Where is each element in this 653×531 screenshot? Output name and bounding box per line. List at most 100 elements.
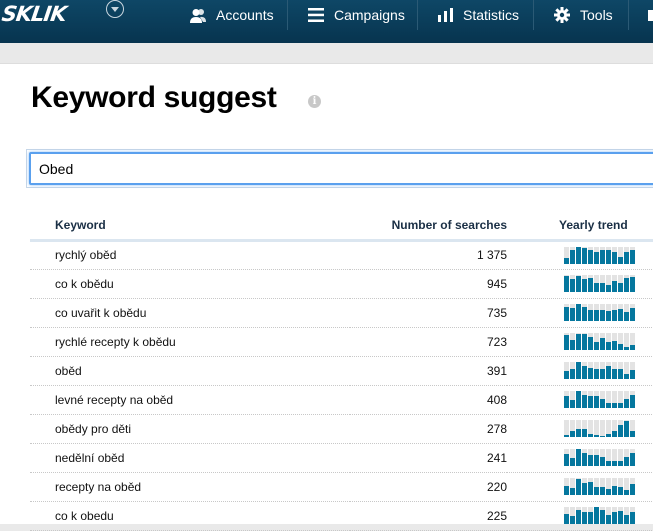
searches-cell: 408 [350,385,507,415]
trend-bar-month-9 [612,478,617,495]
trend-bar-month-3 [576,333,581,350]
account-dropdown-chevron-icon[interactable] [106,0,124,18]
yearly-trend-sparkbar [564,420,653,437]
keyword-cell[interactable]: co k obedu [30,501,350,531]
trend-bar-month-8 [606,275,611,292]
trend-bar-month-6 [594,507,599,524]
trend-bar-fill [576,362,581,379]
keyword-cell[interactable]: nedělní oběd [30,443,350,473]
table-row[interactable]: co k obedu 225 [30,501,653,531]
bar-chart-icon [438,8,453,22]
trend-bar-month-12 [630,449,635,466]
table-header-row: Keyword Number of searches Yearly trend [30,212,653,242]
trend-bar-month-3 [576,304,581,321]
table-row[interactable]: co uvařit k obědu 735 [30,298,653,328]
trend-bar-fill [600,369,605,379]
nav-divider [533,0,534,30]
trend-bar-fill [606,515,611,524]
nav-more[interactable] [648,0,653,30]
table-row[interactable]: rychlý oběd 1 375 [30,240,653,270]
nav-campaigns[interactable]: Campaigns [308,0,405,30]
table-row[interactable]: obědy pro děti 278 [30,414,653,444]
yearly-trend-sparkbar [564,275,653,292]
nav-accounts[interactable]: Accounts [190,0,274,30]
trend-bar-month-3 [576,275,581,292]
trend-bar-fill [618,487,623,495]
keyword-cell[interactable]: levné recepty na oběd [30,385,350,415]
trend-bar-fill [612,512,617,524]
trend-bar-month-8 [606,478,611,495]
column-header-keyword[interactable]: Keyword [30,212,350,242]
trend-bar-month-4 [582,478,587,495]
keyword-cell[interactable]: oběd [30,356,350,386]
keyword-cell[interactable]: co uvařit k obědu [30,298,350,328]
trend-bar-month-7 [600,333,605,350]
table-row[interactable]: rychlé recepty k obědu 723 [30,327,653,357]
trend-bar-fill [606,311,611,321]
trend-bar-fill [630,370,635,379]
keyword-cell[interactable]: recepty na oběd [30,472,350,502]
trend-bar-fill [600,310,605,321]
searches-cell: 735 [350,298,507,328]
trend-cell [507,327,653,357]
trend-bar-month-2 [570,449,575,466]
users-icon [190,8,206,23]
trend-bar-month-2 [570,304,575,321]
trend-bar-fill [606,285,611,292]
trend-bar-month-7 [600,420,605,437]
trend-cell [507,356,653,386]
trend-bar-fill [588,512,593,524]
trend-bar-fill [564,396,569,408]
trend-bar-month-1 [564,449,569,466]
nav-statistics-label: Statistics [463,7,520,23]
trend-bar-month-5 [588,478,593,495]
trend-bar-month-12 [630,478,635,495]
keyword-cell[interactable]: rychlý oběd [30,240,350,270]
table-row[interactable]: nedělní oběd 241 [30,443,653,473]
trend-bar-fill [582,307,587,321]
table-row[interactable]: co k obědu 945 [30,269,653,299]
trend-bar-month-9 [612,449,617,466]
trend-bar-month-8 [606,362,611,379]
trend-bar-fill [570,458,575,466]
trend-bar-fill [570,249,575,264]
trend-bar-fill [594,396,599,408]
yearly-trend-sparkbar [564,333,653,350]
trend-bar-fill [618,256,623,264]
keyword-cell[interactable]: rychlé recepty k obědu [30,327,350,357]
keyword-cell[interactable]: obědy pro děti [30,414,350,444]
trend-bar-month-1 [564,362,569,379]
trend-bar-fill [612,486,617,495]
trend-bar-month-3 [576,420,581,437]
keyword-cell[interactable]: co k obědu [30,269,350,299]
trend-bar-fill [618,369,623,379]
trend-bar-month-9 [612,507,617,524]
trend-bar-month-4 [582,246,587,264]
nav-divider [287,0,288,30]
trend-bar-fill [600,249,605,264]
trend-bar-month-5 [588,362,593,379]
searches-cell: 241 [350,443,507,473]
trend-bar-fill [624,399,629,408]
trend-bar-fill [594,342,599,350]
trend-cell [507,240,653,270]
sklik-logo[interactable]: SKLIK [0,2,67,26]
nav-tools[interactable]: Tools [554,0,613,30]
table-row[interactable]: oběd 391 [30,356,653,386]
trend-bar-month-10 [618,449,623,466]
gear-icon [554,7,570,23]
trend-bar-fill [582,429,587,437]
table-row[interactable]: levné recepty na oběd 408 [30,385,653,415]
trend-bar-month-5 [588,507,593,524]
nav-statistics[interactable]: Statistics [438,0,519,30]
trend-bar-month-1 [564,275,569,292]
trend-bar-month-10 [618,391,623,408]
trend-bar-month-9 [612,333,617,350]
trend-bar-fill [582,512,587,524]
trend-cell [507,443,653,473]
keyword-search-input[interactable] [29,152,653,185]
column-header-searches[interactable]: Number of searches [350,212,507,242]
trend-bar-fill [624,347,629,350]
info-icon[interactable]: i [308,95,321,108]
table-row[interactable]: recepty na oběd 220 [30,472,653,502]
